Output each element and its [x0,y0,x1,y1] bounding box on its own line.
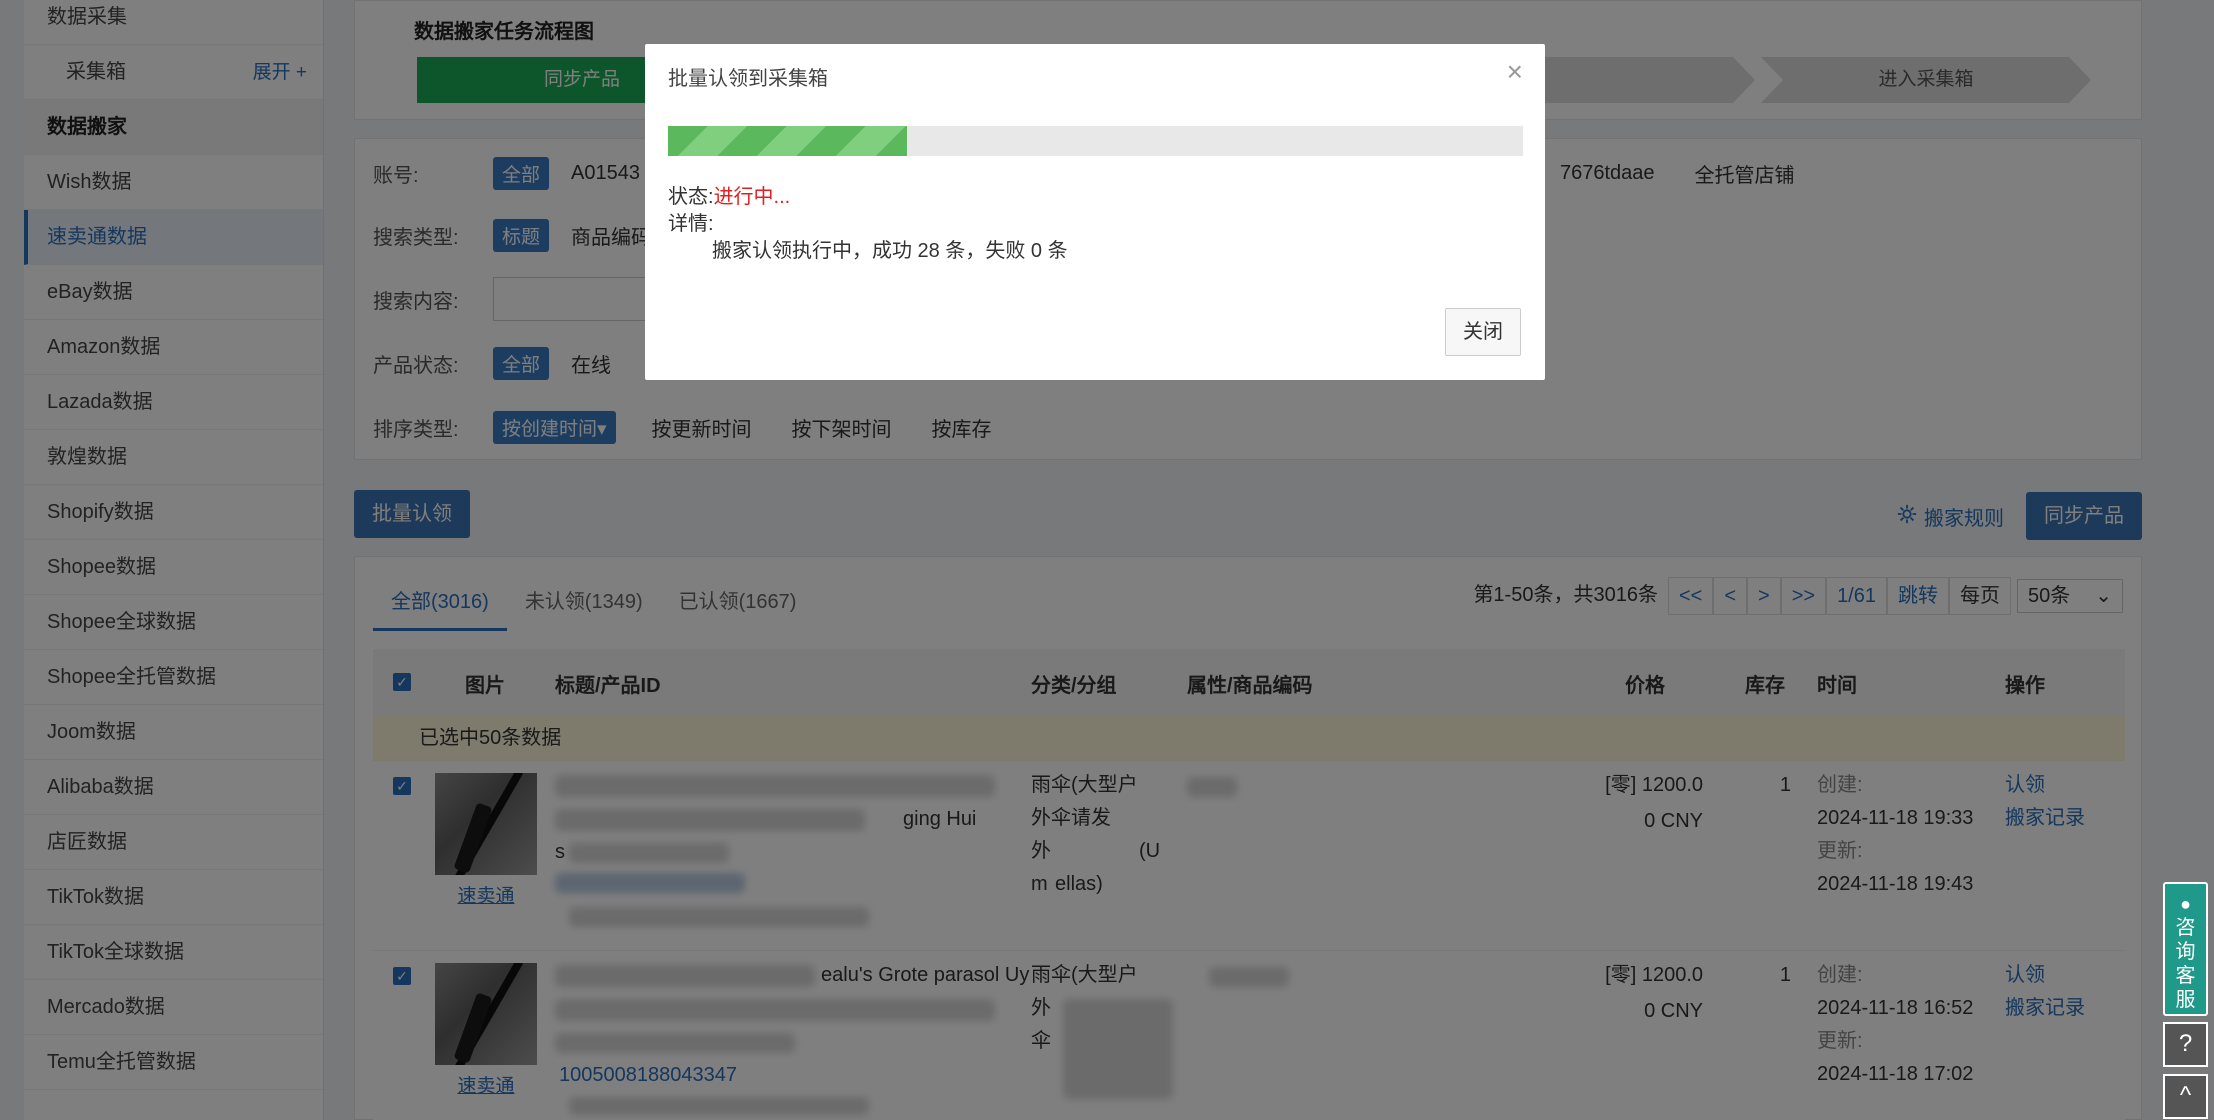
close-button[interactable]: 关闭 [1445,308,1521,356]
detail-text: 搬家认领执行中，成功 28 条，失败 0 条 [712,240,1068,262]
detail-label: 详情: [668,213,714,235]
modal-title: 批量认领到采集箱 [668,68,828,90]
batch-claim-modal: 批量认领到采集箱 × 状态:进行中... 详情: 搬家认领执行中，成功 28 条… [645,44,1545,380]
close-icon[interactable]: × [1507,56,1523,88]
progress-bar [668,126,1523,156]
status-value: 进行中... [713,186,791,208]
user-icon: ● [2180,894,2191,914]
help-icon: ? [2178,1030,2193,1057]
help-button[interactable]: ? [2163,1022,2208,1067]
back-to-top-button[interactable]: ^ [2163,1074,2208,1119]
consult-service-button[interactable]: ● 咨询客服 [2163,882,2208,1016]
consult-label: 咨询客服 [2175,917,2196,1011]
modal-status: 状态:进行中... 详情: 搬家认领执行中，成功 28 条，失败 0 条 [668,184,1068,265]
chevron-up-icon: ^ [2179,1082,2192,1109]
status-label: 状态: [668,186,714,208]
progress-fill [668,126,908,156]
